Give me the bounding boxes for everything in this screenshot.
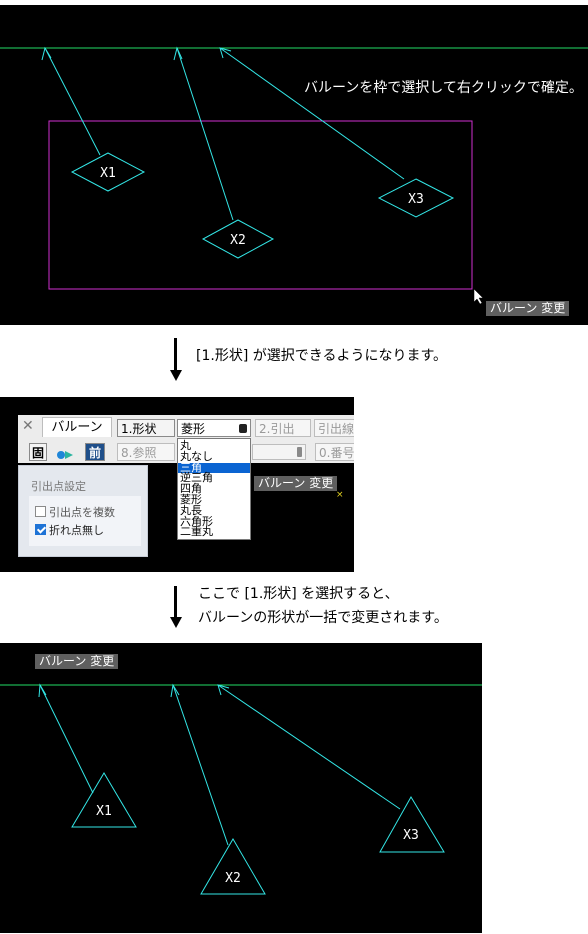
status-tag-after: バルーン 変更 xyxy=(35,654,119,669)
close-icon[interactable]: ✕ xyxy=(22,419,36,433)
balloon-label-x2: X2 xyxy=(230,233,246,248)
slider-track[interactable] xyxy=(252,444,306,460)
down-arrow-2-shaft xyxy=(174,586,177,618)
balloon-x3-triangle xyxy=(379,796,445,853)
leader-point-settings-panel: 引出点設定 引出点を複数 折れ点無し xyxy=(18,465,148,557)
leader-button[interactable]: 2.引出 xyxy=(255,419,311,437)
mouse-cursor-icon xyxy=(473,288,484,305)
fix-button[interactable]: 固 xyxy=(29,443,47,461)
leader-line-x3 xyxy=(219,47,405,180)
leader-line-x1 xyxy=(44,47,101,156)
cad-view-after: X1 X2 X3 バルーン 変更 xyxy=(0,643,482,933)
instruction-text: バルーンを枠で選択して右クリックで確定。 xyxy=(304,80,583,96)
checkbox-no-bend-box[interactable] xyxy=(35,524,46,535)
checkbox-multi-box[interactable] xyxy=(35,506,46,517)
reference-button[interactable]: 8.参照 xyxy=(117,443,175,461)
shape-select-value: 菱形 xyxy=(181,422,206,436)
cad-drawing-after: X1 X2 X3 xyxy=(0,683,482,895)
toolbar-screenshot: ✕ バルーン 1.形状 菱形 2.引出 引出線 固 前 8.参照 0.番号 引出… xyxy=(0,397,354,572)
dropdown-arrow-icon xyxy=(239,424,247,433)
shape-select[interactable]: 菱形 xyxy=(177,419,251,437)
shape-dropdown-list[interactable]: 丸 丸なし 三角 逆三角 四角 菱形 丸長 六角形 二重丸 xyxy=(177,438,251,540)
leader-line-x1 xyxy=(39,684,94,794)
panel-title: 引出点設定 xyxy=(31,480,86,493)
balloon-label-x3: X3 xyxy=(408,192,424,207)
cad-view-before: X1 X2 X3 バルーンを枠で選択して右クリックで確定。 バルーン 変更 xyxy=(0,5,588,325)
down-arrow-1-head xyxy=(169,370,182,381)
shape-button[interactable]: 1.形状 xyxy=(117,419,175,437)
checkbox-multi-leader[interactable]: 引出点を複数 xyxy=(35,504,115,520)
balloon-label-x3: X3 xyxy=(403,828,419,843)
leader-line-x2 xyxy=(176,47,234,221)
balloon-tab[interactable]: バルーン xyxy=(42,417,112,437)
balloon-label-x1: X1 xyxy=(100,166,116,181)
slider-thumb[interactable] xyxy=(297,447,302,457)
checkbox-multi-label: 引出点を複数 xyxy=(49,506,115,519)
leader-line-x2 xyxy=(172,684,229,846)
cad-drawing-before: X1 X2 X3 xyxy=(0,46,588,305)
status-tag-toolbar: バルーン 変更 xyxy=(254,476,338,491)
step1-caption: [1.形状] が選択できるようになります。 xyxy=(196,348,448,364)
status-tag-before: バルーン 変更 xyxy=(486,301,570,316)
checkbox-no-bend[interactable]: 折れ点無し xyxy=(35,522,104,538)
dropdown-option[interactable]: 二重丸 xyxy=(178,526,250,538)
arrows-icon[interactable] xyxy=(56,446,76,459)
balloon-label-x1: X1 xyxy=(96,804,112,819)
step2-caption-line1: ここで [1.形状] を選択すると、 xyxy=(198,586,399,602)
leader-line-x3 xyxy=(217,684,401,810)
prev-button[interactable]: 前 xyxy=(85,443,105,461)
number-button[interactable]: 0.番号 xyxy=(315,443,354,461)
step2-caption-line2: バルーンの形状が一括で変更されます。 xyxy=(198,610,448,626)
cursor-mark-icon: × xyxy=(336,490,344,500)
down-arrow-2-head xyxy=(169,617,182,628)
leader-line-button[interactable]: 引出線 xyxy=(314,419,354,437)
leader-arrow-x1 xyxy=(41,46,52,61)
down-arrow-1-shaft xyxy=(174,338,177,371)
balloon-label-x2: X2 xyxy=(225,871,241,886)
checkbox-no-bend-label: 折れ点無し xyxy=(49,524,104,537)
